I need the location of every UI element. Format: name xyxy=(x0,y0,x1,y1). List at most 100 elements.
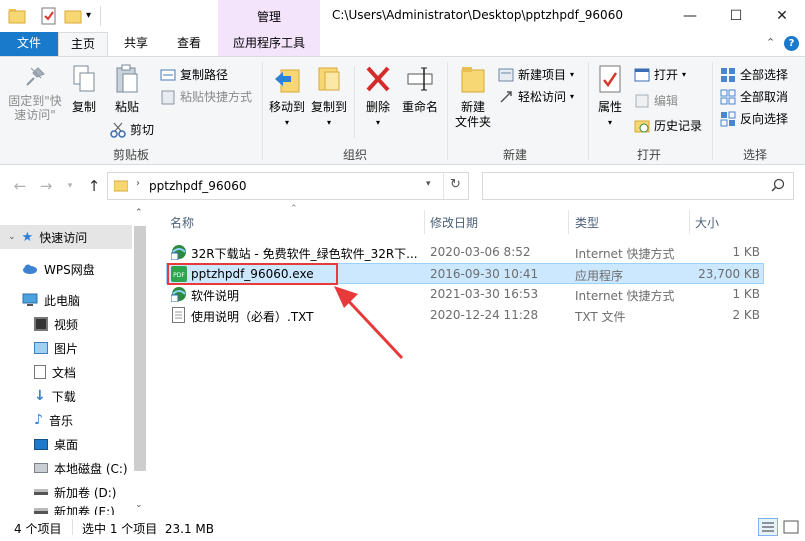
copy-button[interactable]: 复制 xyxy=(66,64,102,115)
breadcrumb-chevron-icon[interactable]: › xyxy=(136,178,140,189)
large-icons-view-icon[interactable] xyxy=(782,518,800,536)
copy-to-button[interactable]: 复制到 ▾ xyxy=(308,64,350,130)
paste-button[interactable]: 粘贴 xyxy=(108,64,146,115)
nav-documents[interactable]: 文档 xyxy=(0,360,132,384)
file-name: 使用说明（必看）.TXT xyxy=(191,310,314,324)
ribbon-separator xyxy=(588,62,589,160)
easy-access-button[interactable]: 轻松访问 ▾ xyxy=(498,88,574,105)
new-folder-quick-icon[interactable] xyxy=(64,7,82,25)
back-arrow-icon[interactable]: ← xyxy=(10,176,30,196)
nav-label: 音乐 xyxy=(48,413,73,428)
file-type: 应用程序 xyxy=(575,269,624,283)
open-button[interactable]: 打开 ▾ xyxy=(634,66,686,83)
paste-shortcut-icon xyxy=(160,89,176,105)
cut-button[interactable]: 剪切 xyxy=(110,121,154,138)
pin-label: 固定到"快 速访问" xyxy=(8,94,62,122)
invert-selection-button[interactable]: 反向选择 xyxy=(720,110,788,127)
properties-button[interactable]: 属性 ▾ xyxy=(592,64,628,130)
nav-pictures[interactable]: 图片 xyxy=(0,336,132,360)
edit-label: 编辑 xyxy=(654,94,679,108)
address-dropdown-icon[interactable]: ▾ xyxy=(426,179,431,189)
chevron-down-icon[interactable]: ⌄ xyxy=(8,232,16,242)
edit-icon xyxy=(634,93,650,109)
music-note-icon: ♪ xyxy=(34,412,43,428)
move-to-button[interactable]: 移动到 ▾ xyxy=(266,64,308,130)
history-button[interactable]: 历史记录 xyxy=(634,117,702,134)
nav-music[interactable]: ♪ 音乐 xyxy=(0,408,132,432)
copy-path-button[interactable]: 复制路径 xyxy=(160,66,228,83)
select-none-button[interactable]: 全部取消 xyxy=(720,88,788,105)
new-folder-button[interactable]: 新建 文件夹 xyxy=(452,64,494,130)
nav-video[interactable]: 视频 xyxy=(0,312,132,336)
scissors-icon xyxy=(110,122,126,138)
select-all-button[interactable]: 全部选择 xyxy=(720,66,788,83)
column-size[interactable]: 大小 xyxy=(695,214,719,231)
nav-scrollbar-thumb[interactable] xyxy=(134,226,146,471)
nav-quick-access[interactable]: ⌄ ★ 快速访问 xyxy=(0,225,132,249)
column-modified[interactable]: 修改日期 xyxy=(430,214,478,231)
edit-button[interactable]: 编辑 xyxy=(634,92,678,109)
file-row[interactable]: 软件说明 2021-03-30 16:53 Internet 快捷方式 1 KB xyxy=(166,284,764,305)
folder-icon xyxy=(113,178,129,192)
tab-home[interactable]: 主页 xyxy=(58,32,108,57)
address-box[interactable]: › pptzhpdf_96060 ▾ ↻ xyxy=(107,172,469,200)
minimize-button[interactable]: — xyxy=(667,0,713,32)
new-item-button[interactable]: 新建项目 ▾ xyxy=(498,66,574,83)
copy-to-icon xyxy=(315,64,343,94)
tab-view[interactable]: 查看 xyxy=(164,32,214,56)
nav-drive-d[interactable]: 新加卷 (D:) xyxy=(0,480,132,504)
copy-to-dropdown-icon: ▾ xyxy=(326,118,331,127)
nav-downloads[interactable]: ↓ 下载 xyxy=(0,384,132,408)
open-group-label: 打开 xyxy=(636,148,661,162)
nav-label: 图片 xyxy=(54,341,79,356)
easy-access-label: 轻松访问 xyxy=(518,90,567,104)
forward-arrow-icon[interactable]: → xyxy=(36,176,56,196)
scroll-down-icon[interactable]: ⌄ xyxy=(135,500,143,510)
close-button[interactable]: ✕ xyxy=(759,0,805,32)
paste-label: 粘贴 xyxy=(114,100,139,114)
nav-wps[interactable]: WPS网盘 xyxy=(0,257,132,281)
nav-drive-c[interactable]: 本地磁盘 (C:) xyxy=(0,456,132,480)
pin-quick-access-button[interactable]: 固定到"快 速访问" xyxy=(4,64,66,122)
invert-selection-label: 反向选择 xyxy=(740,112,789,126)
up-arrow-icon[interactable]: ↑ xyxy=(84,176,104,196)
open-dropdown-icon: ▾ xyxy=(682,70,687,79)
delete-x-icon xyxy=(364,64,392,94)
refresh-icon[interactable]: ↻ xyxy=(450,177,461,192)
nav-desktop[interactable]: 桌面 xyxy=(0,432,132,456)
rename-button[interactable]: 重命名 xyxy=(400,64,440,115)
column-divider[interactable] xyxy=(689,210,690,234)
properties-quick-icon[interactable] xyxy=(40,7,58,25)
nav-label: 新加卷 (E:) xyxy=(54,505,115,515)
nav-drive-e[interactable]: 新加卷 (E:) xyxy=(0,504,132,515)
tab-share[interactable]: 共享 xyxy=(112,32,160,56)
details-view-icon[interactable] xyxy=(758,518,778,536)
nav-label: 此电脑 xyxy=(44,293,81,308)
invert-selection-icon xyxy=(720,111,736,127)
maximize-button[interactable]: ☐ xyxy=(713,0,759,32)
search-input[interactable] xyxy=(482,172,794,200)
new-folder-icon xyxy=(459,64,487,94)
help-icon[interactable]: ? xyxy=(784,36,799,51)
item-count: 4 个项目 xyxy=(14,522,62,536)
column-type[interactable]: 类型 xyxy=(575,214,599,231)
customize-quick-access-icon[interactable]: ▾ xyxy=(86,10,91,21)
column-divider[interactable] xyxy=(424,210,425,234)
breadcrumb-folder[interactable]: pptzhpdf_96060 xyxy=(149,179,246,193)
paste-shortcut-button[interactable]: 粘贴快捷方式 xyxy=(160,88,252,105)
scroll-up-icon[interactable]: ⌃ xyxy=(135,208,143,218)
tab-application-tools[interactable]: 应用程序工具 xyxy=(218,32,320,56)
nav-this-pc[interactable]: 此电脑 xyxy=(0,288,132,312)
recent-locations-icon[interactable]: ▾ xyxy=(60,176,80,196)
tab-file[interactable]: 文件 xyxy=(0,32,58,56)
copy-to-label: 复制到 xyxy=(310,100,347,114)
delete-button[interactable]: 删除 ▾ xyxy=(360,64,396,130)
window-title: C:\Users\Administrator\Desktop\pptzhpdf_… xyxy=(332,8,623,22)
file-row[interactable]: 使用说明（必看）.TXT 2020-12-24 11:28 TXT 文件 2 K… xyxy=(166,305,764,326)
select-group-label: 选择 xyxy=(742,148,767,162)
new-folder-label: 新建 文件夹 xyxy=(454,100,491,129)
file-row[interactable]: 32R下载站 - 免费软件_绿色软件_32R下... 2020-03-06 8:… xyxy=(166,242,764,263)
column-name[interactable]: 名称 xyxy=(170,214,194,231)
column-divider[interactable] xyxy=(568,210,569,234)
collapse-ribbon-icon[interactable]: ⌃ xyxy=(766,36,775,49)
